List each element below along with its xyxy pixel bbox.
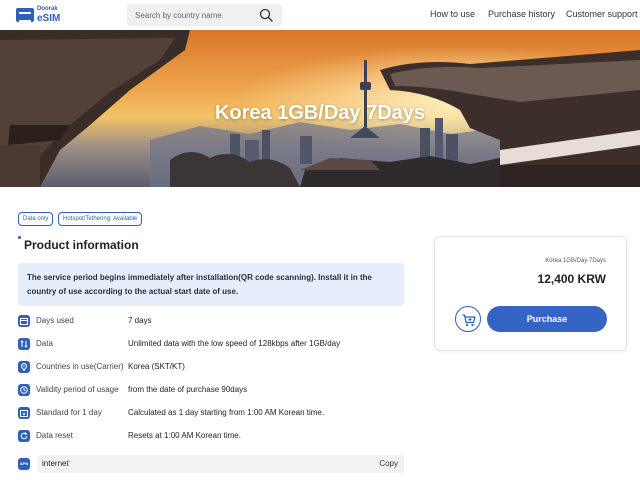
cart-icon — [462, 314, 476, 327]
search-input[interactable] — [135, 7, 255, 23]
calendar-day-icon — [18, 407, 30, 419]
info-row-data: Data Unlimited data with the low speed o… — [18, 337, 418, 351]
purchase-card: Korea 1GB/Day 7Days 12,400 KRW Purchase — [434, 236, 627, 351]
info-row-countries: Countries in use(Carrier) Korea (SKT/KT) — [18, 360, 418, 374]
info-label: Validity period of usage — [36, 385, 119, 394]
info-row-data-reset: Data reset Resets at 1:00 AM Korean time… — [18, 429, 418, 443]
search-bar — [127, 4, 282, 26]
info-value: Resets at 1:00 AM Korean time. — [128, 431, 241, 440]
logo-brand-big: eSIM — [37, 13, 61, 24]
clock-icon — [18, 384, 30, 396]
location-pin-icon — [18, 361, 30, 373]
info-value: Unlimited data with the low speed of 128… — [128, 339, 341, 348]
nav-how-to-use[interactable]: How to use — [430, 9, 475, 19]
calendar-icon — [18, 315, 30, 327]
purchase-button[interactable]: Purchase — [487, 306, 607, 332]
hero-banner: Korea 1GB/Day 7Days — [0, 30, 640, 187]
apn-icon: APN — [18, 458, 30, 470]
search-icon[interactable] — [259, 8, 273, 22]
apn-row: APN internet Copy — [18, 455, 404, 473]
logo-icon — [16, 8, 34, 22]
info-label: Data reset — [36, 431, 73, 440]
add-to-cart-button[interactable] — [455, 306, 481, 332]
data-arrows-icon — [18, 338, 30, 350]
service-notice: The service period begins immediately af… — [18, 263, 404, 306]
apn-value: internet — [42, 459, 69, 468]
section-title: Product information — [24, 238, 139, 252]
info-label: Countries in use(Carrier) — [36, 362, 124, 371]
tag-data-only: Data only — [18, 212, 54, 226]
hero-title: Korea 1GB/Day 7Days — [214, 102, 426, 124]
info-value: from the date of purchase 90days — [128, 385, 248, 394]
card-price: 12,400 KRW — [537, 272, 606, 286]
info-row-days-used: Days used 7 days — [18, 314, 418, 328]
logo[interactable]: Doorak eSIM — [16, 5, 76, 25]
copy-button[interactable]: Copy — [379, 459, 398, 468]
header: Doorak eSIM How to use Purchase history … — [0, 0, 640, 30]
info-row-validity: Validity period of usage from the date o… — [18, 383, 418, 397]
info-label: Days used — [36, 316, 74, 325]
info-label: Data — [36, 339, 53, 348]
info-value: Korea (SKT/KT) — [128, 362, 185, 371]
info-label: Standard for 1 day — [36, 408, 102, 417]
apn-field: internet Copy — [38, 455, 404, 473]
info-value: 7 days — [128, 316, 152, 325]
card-product-name: Korea 1GB/Day 7Days — [545, 258, 606, 264]
logo-brand-small: Doorak — [37, 6, 58, 12]
nav-customer-support[interactable]: Customer support — [566, 9, 638, 19]
tag-hotspot: Hotspot/Tethering: Available — [58, 212, 143, 226]
nav-purchase-history[interactable]: Purchase history — [488, 9, 555, 19]
refresh-icon — [18, 430, 30, 442]
info-row-standard-day: Standard for 1 day Calculated as 1 day s… — [18, 406, 418, 420]
info-value: Calculated as 1 day starting from 1:00 A… — [128, 408, 325, 417]
section-bullet — [18, 236, 21, 239]
